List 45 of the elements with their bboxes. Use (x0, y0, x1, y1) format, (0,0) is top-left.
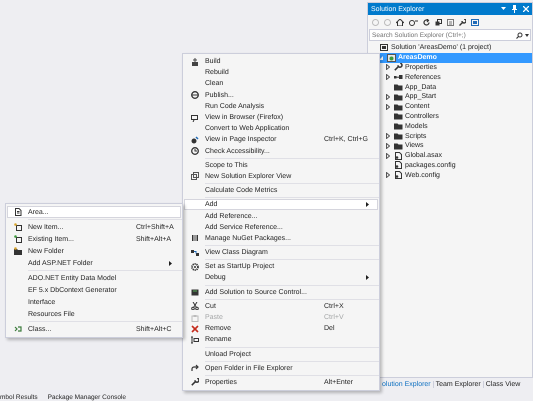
rename-icon (191, 336, 199, 344)
file-icon (394, 152, 403, 160)
clock-icon (191, 147, 199, 156)
inspector-icon (191, 136, 199, 144)
file-icon (394, 161, 403, 170)
expand-arrow-icon[interactable] (386, 142, 390, 149)
page-icon (14, 208, 22, 216)
references-icon (394, 73, 403, 82)
scissors-icon (191, 302, 199, 310)
folder-icon (14, 247, 22, 255)
expand-arrow-icon[interactable] (386, 94, 390, 100)
diagram-icon (191, 248, 199, 257)
database-icon (191, 288, 199, 296)
redo-arrow-icon (191, 364, 199, 372)
new-item-icon (14, 223, 22, 231)
expand-arrow-icon[interactable] (386, 104, 390, 110)
windows-icon (191, 172, 199, 180)
copy-icon[interactable] (435, 18, 442, 26)
web-project-icon (387, 54, 396, 62)
pin-icon[interactable] (512, 5, 517, 13)
wrench-icon[interactable] (459, 18, 466, 26)
expand-arrow-icon[interactable] (386, 74, 390, 80)
expand-arrow-icon[interactable] (386, 152, 390, 159)
file-icon (394, 171, 403, 180)
gear-icon (191, 262, 199, 271)
existing-item-icon (14, 235, 22, 243)
browser-icon (191, 114, 199, 122)
search-icon[interactable] (516, 32, 523, 39)
class-icon (14, 325, 22, 333)
clipboard-icon (191, 314, 199, 322)
files-icon[interactable] (447, 18, 454, 26)
wrench-icon (394, 63, 403, 72)
preview-icon[interactable] (471, 18, 479, 26)
expand-arrow-icon[interactable] (386, 172, 390, 178)
solution-icon (380, 44, 388, 52)
close-icon (191, 324, 199, 333)
build-icon (191, 58, 199, 66)
close-icon[interactable] (523, 6, 529, 12)
refresh-icon[interactable] (423, 18, 430, 26)
wrench-icon (191, 378, 199, 386)
expand-arrow-icon[interactable] (386, 133, 390, 140)
package-icon (191, 234, 199, 242)
dropdown-icon[interactable] (525, 34, 529, 37)
expand-arrow-icon[interactable] (386, 64, 390, 70)
home-icon[interactable] (396, 18, 404, 26)
